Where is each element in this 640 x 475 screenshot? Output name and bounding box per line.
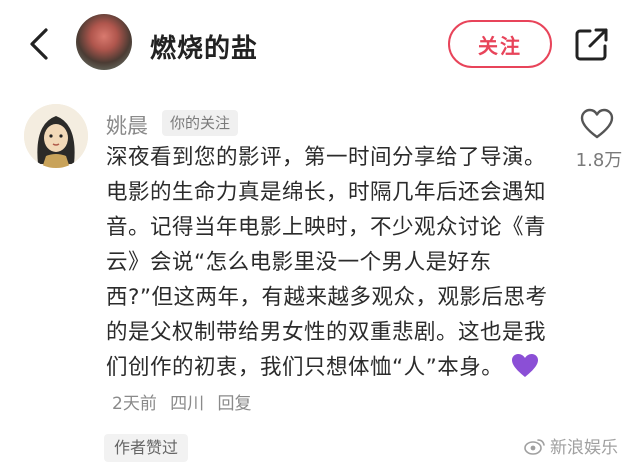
reply-button[interactable]: 回复 <box>218 394 252 414</box>
purple-heart-emoji-icon <box>511 354 538 377</box>
author-liked-badge: 作者赞过 <box>104 434 189 462</box>
share-icon[interactable] <box>574 26 610 62</box>
comment-location: 四川 <box>170 394 205 414</box>
top-bar: 燃烧的盐 关注 <box>0 0 640 92</box>
account-name[interactable]: 燃烧的盐 <box>150 28 258 65</box>
following-tag: 你的关注 <box>162 110 239 136</box>
back-arrow-icon[interactable] <box>26 26 54 62</box>
account-avatar[interactable] <box>76 14 132 70</box>
sina-eye-logo-icon <box>524 438 545 455</box>
comment-body: 深夜看到您的影评，第一时间分享给了导演。电影的生命力真是绵长，时隔几年后还会遇知… <box>106 140 556 422</box>
watermark-text: 新浪娱乐 <box>550 438 618 458</box>
watermark: 新浪娱乐 <box>524 433 618 458</box>
commenter-avatar-illustration <box>24 104 88 168</box>
comment-time: 2天前 <box>112 394 157 414</box>
like-heart-icon[interactable] <box>580 108 614 140</box>
commenter-avatar[interactable] <box>24 104 88 168</box>
like-count: 1.8万 <box>575 150 623 171</box>
follow-button[interactable]: 关注 <box>448 20 552 68</box>
commenter-name[interactable]: 姚晨 <box>106 110 148 140</box>
comment-text: 深夜看到您的影评，第一时间分享给了导演。电影的生命力真是绵长，时隔几年后还会遇知… <box>106 145 548 380</box>
